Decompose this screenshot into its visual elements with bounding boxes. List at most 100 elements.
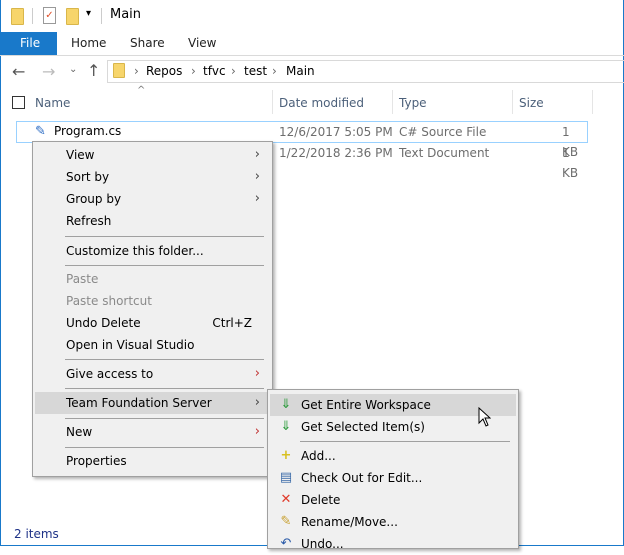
chevron-icon: › (272, 64, 277, 78)
separator (65, 359, 264, 360)
label: Undo Delete (66, 316, 141, 330)
label: Get Entire Workspace (301, 398, 431, 412)
status-item-count: 2 items (14, 527, 59, 541)
column-size[interactable]: Size (519, 92, 544, 114)
file-date: 12/6/2017 5:05 PM (279, 125, 393, 139)
folder-icon (113, 63, 125, 78)
menu-new[interactable]: New › (35, 421, 270, 443)
menu-check-out[interactable]: ▤ Check Out for Edit... (270, 467, 516, 489)
tab-view[interactable]: View (188, 32, 216, 55)
menu-customize-folder[interactable]: Customize this folder... (35, 240, 270, 262)
crumb-test[interactable]: test (244, 64, 267, 78)
label: Add... (301, 449, 336, 463)
menu-add[interactable]: + Add... (270, 445, 516, 467)
menu-properties[interactable]: Properties (35, 450, 270, 472)
tab-file[interactable]: File (20, 32, 40, 55)
check-out-icon: ▤ (279, 470, 293, 485)
context-menu: View › Sort by › Group by › Refresh Customi… (32, 141, 273, 477)
chevron-right-icon: › (254, 366, 260, 381)
menu-rename-move[interactable]: ✎ Rename/Move... (270, 511, 516, 533)
crumb-tfvc[interactable]: tfvc (203, 64, 226, 78)
tab-share[interactable]: Share (130, 32, 165, 55)
folder-icon (11, 8, 24, 25)
menu-paste[interactable]: Paste (35, 268, 270, 290)
up-icon[interactable]: ↑ (87, 61, 100, 80)
menu-paste-shortcut[interactable]: Paste shortcut (35, 290, 270, 312)
mouse-cursor-icon (478, 407, 491, 427)
customize-toolbar-icon[interactable]: ▾ (86, 8, 91, 19)
menu-undo[interactable]: ↶ Undo... (270, 533, 516, 555)
separator (300, 441, 510, 442)
delete-icon: ✕ (280, 492, 292, 507)
back-icon[interactable]: ← (12, 62, 25, 81)
chevron-icon: › (231, 64, 236, 78)
label: Sort by (66, 170, 110, 184)
undo-icon: ↶ (280, 536, 292, 551)
menu-view[interactable]: View › (35, 144, 270, 166)
file-size: 1 KB (562, 146, 579, 180)
label: Rename/Move... (301, 515, 398, 529)
menu-group-by[interactable]: Group by › (35, 188, 270, 210)
separator (65, 236, 264, 237)
tab-home[interactable]: Home (71, 32, 106, 55)
forward-icon[interactable]: → (42, 62, 55, 81)
label: Undo... (301, 537, 344, 551)
menu-undo-delete[interactable]: Undo Delete Ctrl+Z (35, 312, 270, 334)
column-name[interactable]: Name (35, 92, 70, 114)
menu-open-visual-studio[interactable]: Open in Visual Studio (35, 334, 270, 356)
label: Team Foundation Server (66, 396, 212, 410)
chevron-right-icon: › (254, 424, 260, 439)
column-type[interactable]: Type (399, 92, 427, 114)
label: Open in Visual Studio (66, 338, 195, 352)
menu-refresh[interactable]: Refresh (35, 210, 270, 232)
label: Get Selected Item(s) (301, 420, 425, 434)
menu-delete[interactable]: ✕ Delete (270, 489, 516, 511)
select-all-checkbox[interactable] (12, 96, 25, 109)
chevron-right-icon: › (254, 147, 260, 162)
file-date: 1/22/2018 2:36 PM (279, 146, 393, 160)
file-type: C# Source File (399, 125, 487, 139)
ribbon-border (0, 55, 624, 56)
shortcut: Ctrl+Z (212, 316, 252, 330)
rename-icon: ✎ (280, 514, 292, 529)
chevron-icon: › (134, 64, 139, 78)
address-bar[interactable]: › Repos › tfvc › test › Main (107, 60, 624, 83)
separator (65, 265, 264, 266)
divider (32, 8, 33, 24)
label: Check Out for Edit... (301, 471, 423, 485)
chevron-right-icon: › (254, 169, 260, 184)
window-title: Main (110, 7, 142, 22)
label: Customize this folder... (66, 244, 204, 258)
menu-team-foundation-server[interactable]: Team Foundation Server › (35, 392, 270, 414)
column-date[interactable]: Date modified (279, 92, 364, 114)
label: Paste shortcut (66, 294, 152, 308)
divider (272, 90, 273, 114)
separator (65, 388, 264, 389)
sort-ascending-icon: ^ (137, 85, 146, 96)
label: Paste (66, 272, 99, 286)
label: New (66, 425, 93, 439)
properties-icon[interactable]: ✓ (43, 7, 56, 24)
divider (101, 8, 102, 24)
menu-sort-by[interactable]: Sort by › (35, 166, 270, 188)
divider (392, 90, 393, 114)
divider (592, 90, 593, 114)
recent-locations-icon[interactable]: ⌄ (69, 64, 77, 75)
new-folder-icon[interactable] (66, 8, 79, 25)
label: Properties (66, 454, 127, 468)
label: View (66, 148, 95, 162)
chevron-right-icon: › (254, 191, 260, 206)
separator (65, 447, 264, 448)
file-row[interactable]: ✎ Program.cs 12/6/2017 5:05 PM C# Source… (16, 121, 588, 159)
divider (512, 90, 513, 114)
crumb-main[interactable]: Main (286, 64, 315, 78)
file-type: Text Document (399, 146, 490, 160)
get-latest-icon: ⇓ (280, 419, 292, 434)
menu-give-access[interactable]: Give access to › (35, 363, 270, 385)
label: Delete (301, 493, 341, 507)
crumb-repos[interactable]: Repos (146, 64, 182, 78)
chevron-right-icon: › (254, 395, 260, 410)
cs-file-icon: ✎ (35, 124, 46, 139)
file-name: Program.cs (54, 124, 122, 138)
chevron-icon: › (191, 64, 196, 78)
